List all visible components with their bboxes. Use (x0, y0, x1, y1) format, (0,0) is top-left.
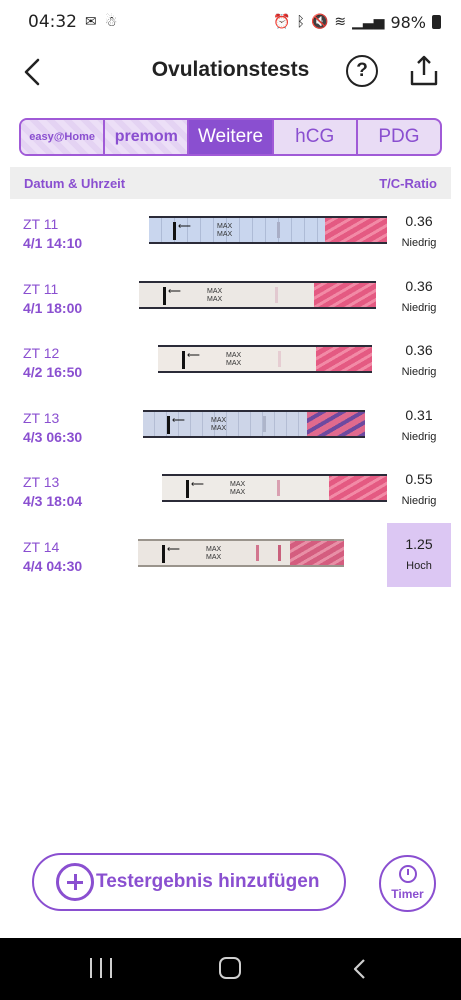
tab-premom[interactable]: premom (105, 120, 190, 154)
tab-pdg[interactable]: PDG (358, 120, 440, 154)
results-table-header: Datum & Uhrzeit T/C-Ratio (10, 167, 451, 199)
tc-ratio-value: 0.55 (405, 471, 433, 488)
column-header-ratio: T/C-Ratio (379, 175, 437, 191)
battery-icon (432, 15, 441, 29)
tc-ratio-value: 0.36 (405, 213, 433, 229)
strip-max-label: MAX MAX (230, 481, 246, 497)
strip-max-label: MAX MAX (206, 545, 222, 561)
row-datetime: ZT 13 4/3 18:04 (23, 473, 82, 511)
share-icon[interactable] (408, 54, 440, 88)
row-datetime: ZT 11 4/1 18:00 (23, 280, 82, 318)
test-datetime: 4/3 18:04 (23, 493, 83, 510)
tc-ratio-value: 0.36 (405, 342, 433, 359)
strip-max-label: MAX MAX (207, 287, 223, 303)
test-strip-image: ⟵ ⟵ MAX MAX (143, 409, 365, 438)
signal-icon: ▁▃▅ (352, 14, 385, 30)
test-datetime: 4/2 16:50 (23, 364, 83, 381)
system-back-icon[interactable] (352, 958, 368, 980)
row-datetime: ZT 12 4/2 16:50 (23, 344, 82, 382)
strip-max-label: MAX MAX (217, 223, 233, 238)
cycle-day: ZT 11 (23, 216, 59, 232)
help-button[interactable]: ? (346, 55, 378, 87)
strip-arrows: ⟵ ⟵ (163, 285, 181, 309)
tc-level: Hoch (406, 559, 432, 572)
test-datetime: 4/3 06:30 (23, 428, 83, 445)
test-brand-tabs: easy@Home premom Weitere hCG PDG (19, 118, 442, 156)
test-datetime: 4/1 18:00 (23, 299, 83, 316)
result-row[interactable]: ZT 14 4/4 04:30 ⟵ ⟵ MAX MAX 1.25 Hoch (10, 522, 451, 588)
test-strip-image: ⟵ ⟵ MAX MAX (139, 280, 376, 309)
tc-level: Niedrig (401, 237, 437, 249)
strip-arrows: ⟵ ⟵ (186, 479, 204, 503)
cycle-day: ZT 13 (23, 409, 60, 426)
strip-max-label: MAX MAX (211, 416, 227, 432)
result-row[interactable]: ZT 13 4/3 06:30 ⟵ ⟵ MAX MAX 0.31 Niedrig (10, 394, 451, 459)
home-icon[interactable] (219, 957, 241, 979)
alarm-icon: ⏰ (273, 14, 291, 30)
timer-label: Timer (391, 887, 424, 901)
result-row[interactable]: ZT 12 4/2 16:50 ⟵ ⟵ MAX MAX 0.36 Niedrig (10, 329, 451, 394)
back-arrow-icon[interactable] (18, 56, 48, 88)
tc-level: Niedrig (401, 366, 437, 379)
tc-level: Niedrig (401, 495, 437, 508)
wifi-icon: ≋ (334, 14, 347, 30)
strip-arrows: ⟵ ⟵ (173, 221, 191, 244)
cycle-day: ZT 11 (23, 280, 59, 297)
results-list: ZT 11 4/1 14:10 ⟵ ⟵ MAX MAX 0.36 Niedrig Z… (10, 200, 451, 588)
recent-apps-icon[interactable] (90, 958, 112, 978)
cycle-day: ZT 12 (23, 345, 60, 362)
strip-arrows: ⟵ ⟵ (167, 414, 185, 438)
battery-percent: 98% (390, 12, 426, 32)
ratio-cell: 0.36 Niedrig (387, 329, 451, 393)
tc-level: Niedrig (401, 430, 437, 443)
status-bar: 04:32 ✉ ☃ ⏰ ᛒ 🔇 ≋ ▁▃▅ 98% (0, 0, 461, 44)
result-row[interactable]: ZT 11 4/1 18:00 ⟵ ⟵ MAX MAX 0.36 Niedrig (10, 265, 451, 330)
system-navigation-bar (0, 938, 461, 1000)
mail-icon: ✉ (85, 14, 97, 30)
tc-ratio-value: 0.31 (405, 406, 433, 423)
row-datetime: ZT 11 4/1 14:10 (23, 215, 82, 253)
ratio-cell: 0.31 Niedrig (387, 394, 451, 458)
ratio-cell: 1.25 Hoch (387, 522, 451, 587)
row-datetime: ZT 13 4/3 06:30 (23, 409, 82, 447)
tc-level: Niedrig (401, 301, 437, 314)
test-strip-image: ⟵ ⟵ MAX MAX (149, 216, 387, 244)
ratio-cell: 0.36 Niedrig (387, 200, 451, 264)
strip-arrows: ⟵ ⟵ (182, 350, 200, 374)
test-datetime: 4/4 04:30 (23, 557, 83, 574)
notification-icon: ☃ (104, 14, 118, 30)
ratio-cell: 0.55 Niedrig (387, 458, 451, 522)
tab-weitere[interactable]: Weitere (189, 120, 274, 154)
cycle-day: ZT 13 (23, 474, 60, 491)
tab-easy-at-home[interactable]: easy@Home (21, 120, 106, 154)
result-row[interactable]: ZT 11 4/1 14:10 ⟵ ⟵ MAX MAX 0.36 Niedrig (10, 200, 451, 265)
result-row[interactable]: ZT 13 4/3 18:04 ⟵ ⟵ MAX MAX 0.55 Niedrig (10, 458, 451, 523)
test-strip-image: ⟵ ⟵ MAX MAX (162, 474, 387, 503)
add-test-result-button[interactable]: Testergebnis hinzufügen (32, 853, 346, 911)
strip-max-label: MAX MAX (226, 352, 242, 368)
add-test-result-label: Testergebnis hinzufügen (96, 871, 320, 892)
app-header: Ovulationstests ? (0, 44, 461, 100)
test-datetime: 4/1 14:10 (23, 235, 83, 251)
plus-circle-icon (56, 863, 94, 901)
stopwatch-icon (398, 865, 417, 883)
test-strip-image: ⟵ ⟵ MAX MAX (158, 345, 372, 374)
test-strip-image: ⟵ ⟵ MAX MAX (138, 538, 344, 567)
ratio-cell: 0.36 Niedrig (387, 265, 451, 329)
column-header-datetime: Datum & Uhrzeit (24, 175, 126, 191)
bluetooth-icon: ᛒ (296, 14, 305, 30)
tc-ratio-value: 0.36 (405, 277, 433, 294)
cycle-day: ZT 14 (23, 538, 60, 555)
page-title: Ovulationstests (151, 58, 310, 81)
timer-button[interactable]: Timer (379, 855, 436, 912)
mute-icon: 🔇 (310, 14, 329, 30)
strip-arrows: ⟵ ⟵ (162, 543, 180, 567)
status-time: 04:32 (28, 12, 77, 32)
row-datetime: ZT 14 4/4 04:30 (23, 538, 82, 576)
tc-ratio-value: 1.25 (405, 535, 433, 552)
tab-hcg[interactable]: hCG (274, 120, 358, 154)
